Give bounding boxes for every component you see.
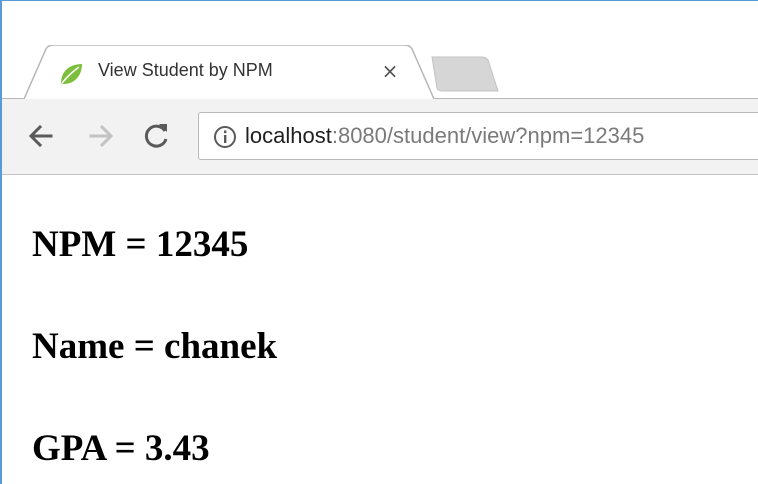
tab-view-student[interactable]: View Student by NPM ×: [24, 45, 434, 99]
name-field: Name = chanek: [32, 326, 278, 367]
back-button[interactable]: [24, 119, 58, 153]
forward-arrow-icon: [89, 124, 114, 148]
info-icon[interactable]: [213, 125, 237, 149]
reload-icon: [144, 124, 168, 148]
npm-field: NPM = 12345: [32, 224, 249, 265]
reload-button[interactable]: [140, 119, 174, 153]
tab-title: View Student by NPM: [98, 60, 273, 80]
address-bar[interactable]: localhost:8080/student/view?npm=12345: [198, 112, 758, 160]
browser-window: View Student by NPM × localhost:8080/stu…: [0, 0, 758, 484]
url-path: :8080/student/view?npm=12345: [331, 123, 645, 148]
gpa-field: GPA = 3.43: [32, 428, 210, 469]
back-arrow-icon: [28, 124, 53, 148]
browser-toolbar: localhost:8080/student/view?npm=12345: [2, 99, 758, 175]
new-tab-button[interactable]: [428, 55, 500, 93]
close-icon[interactable]: ×: [380, 59, 400, 83]
url-text[interactable]: localhost:8080/student/view?npm=12345: [245, 123, 644, 149]
url-host: localhost: [245, 123, 332, 148]
tab-strip: View Student by NPM ×: [2, 1, 758, 99]
spring-leaf-icon: [58, 61, 84, 87]
forward-button[interactable]: [84, 119, 118, 153]
